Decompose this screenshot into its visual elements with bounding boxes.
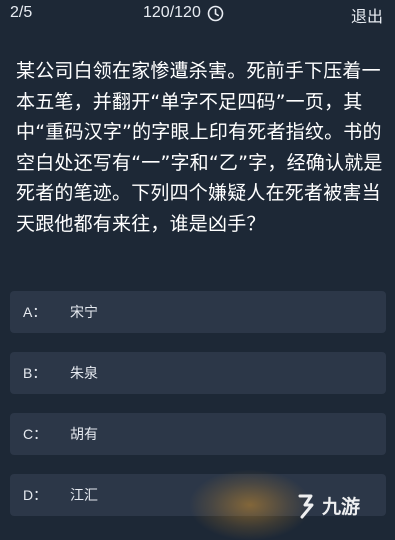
option-c[interactable]: C： 胡有 — [10, 413, 386, 455]
option-key: D： — [23, 487, 48, 503]
option-label: 江汇 — [70, 488, 98, 504]
clock-icon — [207, 5, 224, 21]
option-label: 胡有 — [70, 427, 98, 443]
exit-button[interactable]: 退出 — [351, 3, 383, 27]
watermark-logo: 九游 — [296, 492, 360, 519]
question-progress: 2/5 — [10, 4, 33, 21]
timer-value: 120/120 — [143, 4, 201, 21]
option-label: 宋宁 — [70, 305, 98, 321]
jiuyou-logo-icon — [298, 494, 314, 518]
question-text: 某公司白领在家惨遭杀害。死前手下压着一本五笔，并翻开“单字不足四码”一页，其中“… — [16, 60, 383, 235]
timer: 120/120 — [143, 4, 224, 22]
option-key: C： — [23, 426, 48, 442]
option-key: A： — [23, 304, 47, 320]
top-bar: 2/5 120/120 退出 — [0, 0, 395, 30]
option-a[interactable]: A： 宋宁 — [10, 291, 386, 333]
option-key: B： — [23, 365, 47, 381]
option-label: 朱泉 — [70, 366, 98, 382]
option-b[interactable]: B： 朱泉 — [10, 352, 386, 394]
watermark-text: 九游 — [322, 496, 361, 518]
